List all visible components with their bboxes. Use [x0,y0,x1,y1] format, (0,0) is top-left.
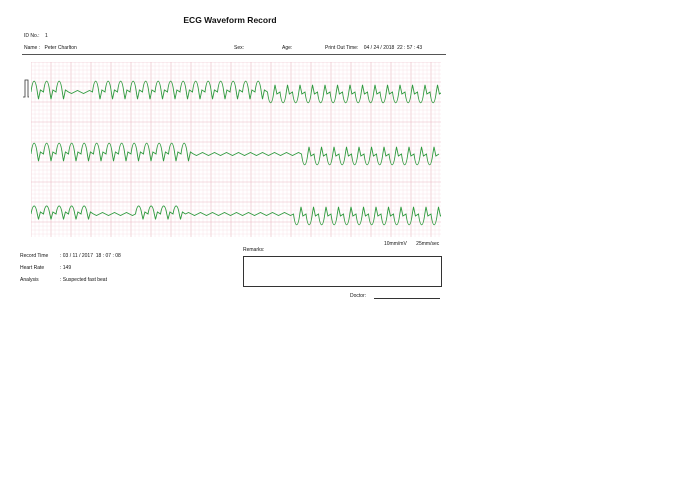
record-title: ECG Waveform Record [183,15,277,25]
ecg-waveform-chart [31,62,441,237]
remarks-label: Remarks: [243,247,265,253]
calibration-pulse [23,79,29,98]
heart-rate-label: Heart Rate [20,265,45,271]
doctor-label: Doctor: [350,293,367,299]
name-label: Name : [24,45,41,51]
id-label: ID No.: [24,33,40,39]
ecg-trace-row-1 [31,80,441,104]
analysis-label: Analysis [20,277,39,283]
name-value: Peter Charlton [44,45,77,51]
id-value: 1 [44,33,48,39]
header-divider [22,54,446,55]
heart-rate-value: : 149 [60,265,72,271]
ecg-traces [31,80,441,226]
record-time-label: Record Time [20,253,49,259]
print-time-value: 04 / 24 / 2018 22 : 57 : 43 [363,45,423,51]
name-field: Name : Peter Charlton [24,45,77,51]
remarks-box[interactable] [243,256,442,287]
doctor-signature-line[interactable] [374,298,440,299]
id-field: ID No.: 1 [24,33,48,39]
print-time-label: Print Out Time: [325,45,359,51]
age-label: Age: [282,45,293,51]
scale-info: 10mm/mV 25mm/sec [384,241,439,247]
print-time-field: Print Out Time: 04 / 24 / 2018 22 : 57 :… [325,45,422,51]
sex-label: Sex: [234,45,245,51]
analysis-value: : Suspected fast beat [60,277,107,283]
record-time-value: : 03 / 11 / 2017 18 : 07 : 08 [60,253,121,259]
speed-value: 25mm/sec [416,241,440,247]
gain-value: 10mm/mV [384,241,407,247]
